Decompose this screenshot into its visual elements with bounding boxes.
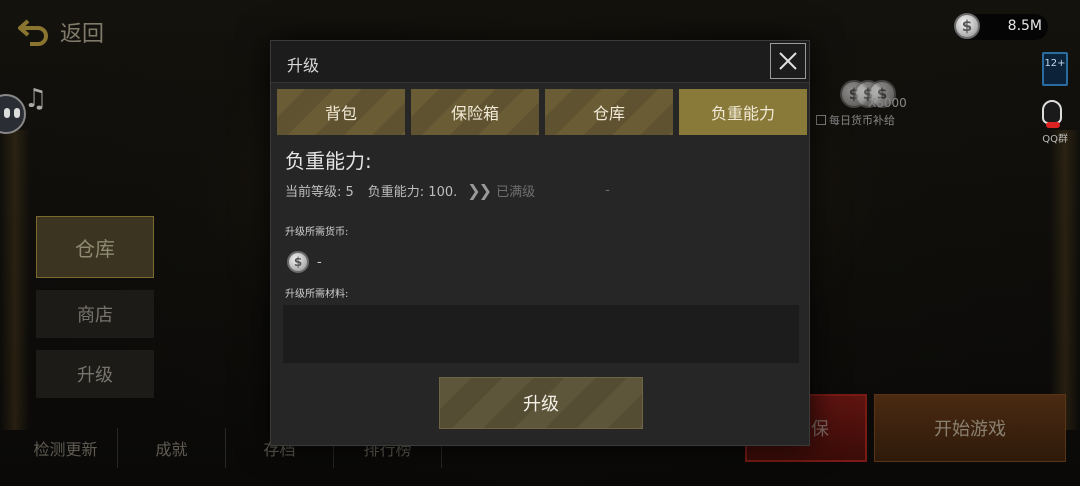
achievements-button[interactable]: 成就 — [118, 428, 226, 468]
back-label: 返回 — [60, 22, 105, 47]
back-arrow-icon — [18, 19, 48, 46]
required-currency-row: $ - — [287, 251, 322, 273]
daily-supply-label: 每日货币补给 — [816, 112, 895, 128]
right-pillar-decoration — [1050, 130, 1080, 430]
dialog-header: 升级 — [271, 41, 809, 83]
required-currency-value: - — [317, 254, 322, 270]
daily-supply-text: 每日货币补给 — [829, 114, 895, 127]
upgrade-button[interactable]: 升级 — [439, 377, 643, 429]
left-pillar-decoration — [0, 130, 30, 430]
tab-carry-capacity[interactable]: 负重能力 — [679, 89, 807, 135]
calendar-icon — [816, 115, 826, 125]
daily-coin-count: X8000 — [868, 96, 907, 110]
double-chevron-right-icon: ❯❯ — [467, 181, 492, 200]
required-materials-label: 升级所需材料: — [285, 289, 349, 300]
next-level-value: - — [605, 183, 610, 198]
back-button[interactable]: 返回 — [16, 16, 104, 48]
close-button[interactable] — [770, 43, 806, 79]
coin-icon: $ — [954, 13, 980, 39]
age-rating-badge: 12+ — [1042, 52, 1068, 86]
side-menu-shop[interactable]: 商店 — [36, 290, 154, 338]
qq-group-label: QQ群 — [1042, 134, 1068, 145]
current-capacity: 负重能力: 100. — [367, 185, 458, 200]
side-menu: 仓库 商店 升级 — [36, 216, 154, 410]
music-note-icon[interactable]: ♫ — [24, 84, 47, 114]
required-materials-box — [283, 305, 799, 363]
level-info-row: 当前等级: 5 负重能力: 100. ❯❯ 已满级 - — [285, 181, 610, 200]
tab-warehouse[interactable]: 仓库 — [545, 89, 673, 135]
upgrade-dialog: 升级 背包 保险箱 仓库 负重能力 负重能力: 当前等级: 5 负重能力: 10… — [270, 40, 810, 446]
side-menu-upgrade[interactable]: 升级 — [36, 350, 154, 398]
side-menu-warehouse[interactable]: 仓库 — [36, 216, 154, 278]
close-icon — [779, 52, 797, 70]
age-rating-text: 12+ — [1044, 58, 1066, 69]
dialog-title: 升级 — [287, 56, 320, 75]
check-update-button[interactable]: 检测更新 — [14, 428, 118, 468]
current-level: 当前等级: 5 — [285, 185, 354, 200]
qq-icon[interactable] — [1042, 100, 1062, 128]
tab-safe[interactable]: 保险箱 — [411, 89, 539, 135]
section-heading: 负重能力: — [285, 149, 372, 173]
upgrade-tabs: 背包 保险箱 仓库 负重能力 — [277, 89, 807, 135]
start-game-button[interactable]: 开始游戏 — [874, 394, 1066, 462]
tab-backpack[interactable]: 背包 — [277, 89, 405, 135]
required-currency-label: 升级所需货币: — [285, 227, 349, 238]
coin-balance-value: 8.5M — [1007, 18, 1042, 34]
coin-icon: $ — [287, 251, 309, 273]
max-level-label: 已满级 — [496, 185, 536, 200]
